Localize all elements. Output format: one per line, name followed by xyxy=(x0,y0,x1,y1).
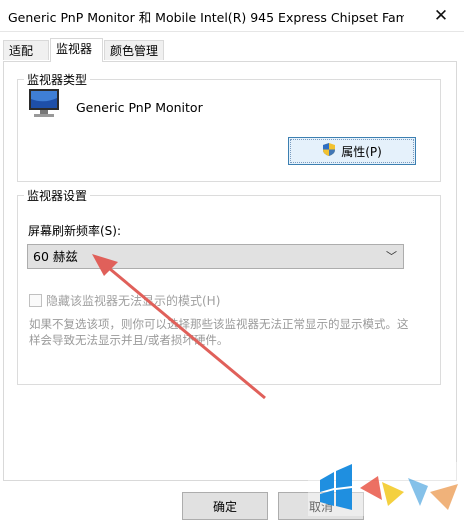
close-button[interactable]: ✕ xyxy=(418,0,464,31)
tab-color-management[interactable]: 颜色管理 xyxy=(104,40,164,60)
monitor-settings-label: 监视器设置 xyxy=(24,187,91,204)
window-title: Generic PnP Monitor 和 Mobile Intel(R) 94… xyxy=(8,10,404,25)
hide-modes-label: 隐藏该监视器无法显示的模式(H) xyxy=(46,294,221,308)
properties-button[interactable]: 属性(P) xyxy=(288,137,416,165)
refresh-rate-value: 60 赫兹 xyxy=(33,249,78,264)
refresh-rate-label: 屏幕刷新频率(S): xyxy=(28,224,122,238)
hide-modes-checkbox[interactable] xyxy=(29,294,42,307)
warning-description: 如果不复选该项，则你可以选择那些该监视器无法正常显示的显示模式。这样会导致无法显… xyxy=(29,317,409,347)
tab-adapter[interactable]: 适配器 xyxy=(3,40,49,78)
monitor-name: Generic PnP Monitor xyxy=(76,100,203,115)
close-icon: ✕ xyxy=(433,5,449,26)
tab-monitor[interactable]: 监视器 xyxy=(50,38,103,62)
monitor-type-group: 监视器类型 xyxy=(17,71,441,182)
uac-shield-icon xyxy=(322,142,336,160)
properties-button-label: 属性(P) xyxy=(341,144,382,159)
watermark-logo xyxy=(308,462,464,516)
refresh-rate-select[interactable]: 60 赫兹 ﹀ xyxy=(27,244,404,269)
hide-modes-row: 隐藏该监视器无法显示的模式(H) xyxy=(29,292,220,309)
title-bar: Generic PnP Monitor 和 Mobile Intel(R) 94… xyxy=(0,0,464,32)
monitor-icon xyxy=(26,86,62,125)
chevron-down-icon: ﹀ xyxy=(386,250,397,263)
